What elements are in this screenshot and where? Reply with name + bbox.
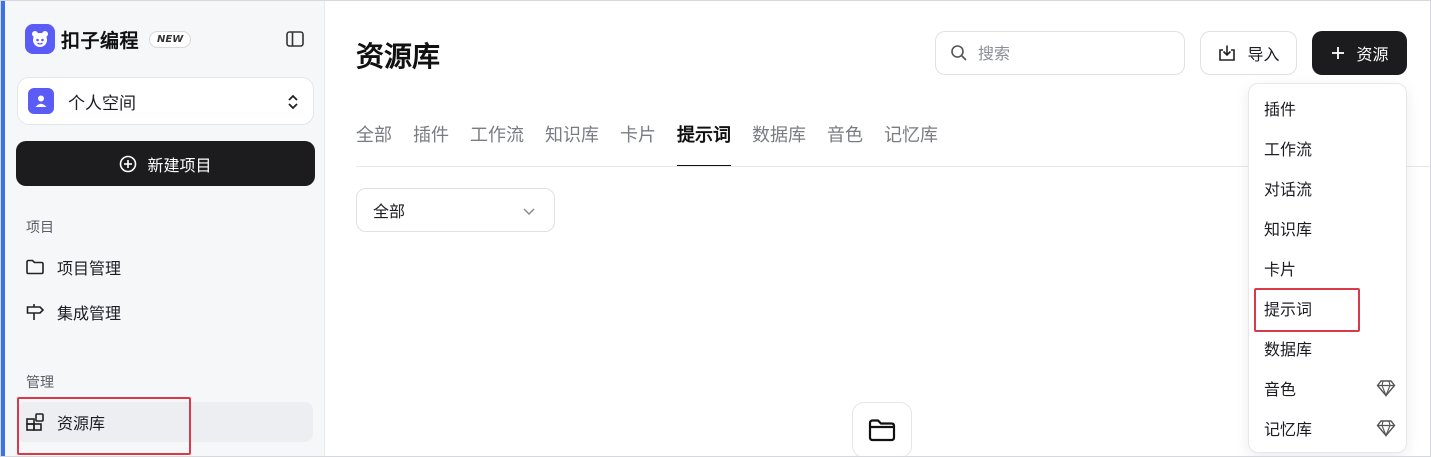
- menu-item-label: 知识库: [1264, 220, 1313, 239]
- sidebar-item-label: 资源库: [57, 414, 106, 433]
- user-icon: [28, 88, 54, 114]
- new-badge: NEW: [149, 30, 192, 48]
- tab-databases[interactable]: 数据库: [752, 121, 806, 167]
- workspace-switcher[interactable]: 个人空间: [17, 77, 314, 125]
- tab-plugins[interactable]: 插件: [413, 121, 449, 167]
- add-resource-label: 资源: [1356, 45, 1389, 64]
- section-title-manage: 管理: [26, 375, 54, 391]
- menu-item-chatflow[interactable]: 对话流: [1255, 170, 1402, 206]
- menu-item-workflow[interactable]: 工作流: [1255, 130, 1402, 166]
- menu-item-memory[interactable]: 记忆库: [1255, 410, 1402, 446]
- menu-item-label: 卡片: [1264, 260, 1297, 279]
- search-input[interactable]: [978, 43, 1168, 63]
- menu-item-label: 数据库: [1264, 340, 1313, 359]
- tab-knowledge[interactable]: 知识库: [545, 121, 599, 167]
- sidebar-toggle-icon[interactable]: [285, 29, 305, 49]
- sidebar-item-label: 项目管理: [57, 259, 122, 278]
- menu-item-label: 提示词: [1264, 300, 1313, 319]
- import-button[interactable]: 导入: [1200, 31, 1297, 75]
- tab-cards[interactable]: 卡片: [620, 121, 656, 167]
- plus-circle-icon: [120, 155, 137, 172]
- tab-all[interactable]: 全部: [356, 121, 392, 167]
- folder-icon: [26, 259, 44, 275]
- menu-item-database[interactable]: 数据库: [1255, 330, 1402, 366]
- resource-tabs: 全部 插件 工作流 知识库 卡片 提示词 数据库 音色 记忆库: [356, 121, 959, 167]
- search-box[interactable]: [935, 31, 1185, 75]
- brand-logo-icon: [25, 24, 55, 54]
- tab-voices[interactable]: 音色: [827, 121, 863, 167]
- workspace-label: 个人空间: [68, 93, 136, 114]
- brand[interactable]: 扣子编程 NEW: [25, 23, 192, 55]
- empty-state-folder-icon: [852, 402, 912, 456]
- app-window: 扣子编程 NEW 个人空间 新建项目 项目 项目管理 集成管理 管理 资源库 资…: [0, 0, 1431, 457]
- chevron-down-icon: [523, 208, 535, 215]
- signpost-icon: [26, 304, 45, 320]
- plus-icon: [1332, 47, 1345, 59]
- tab-workflows[interactable]: 工作流: [470, 121, 524, 167]
- page-title: 资源库: [356, 40, 441, 73]
- search-icon: [951, 45, 967, 61]
- section-title-project: 项目: [26, 220, 54, 236]
- menu-item-label: 对话流: [1264, 180, 1313, 199]
- library-icon: [26, 413, 44, 431]
- diamond-icon: [1376, 420, 1396, 437]
- sidebar-item-resource-library[interactable]: 资源库: [17, 402, 313, 442]
- menu-item-knowledge[interactable]: 知识库: [1255, 210, 1402, 246]
- chevron-up-down-icon: [285, 93, 301, 111]
- sidebar-item-label: 集成管理: [57, 304, 122, 323]
- menu-item-plugin[interactable]: 插件: [1255, 90, 1402, 126]
- filter-value: 全部: [373, 202, 406, 221]
- tab-prompts[interactable]: 提示词: [677, 121, 731, 167]
- diamond-icon: [1376, 380, 1396, 397]
- menu-item-label: 记忆库: [1264, 420, 1313, 439]
- sidebar: 扣子编程 NEW 个人空间 新建项目 项目 项目管理 集成管理 管理 资源库: [5, 1, 325, 456]
- sidebar-item-integration-management[interactable]: 集成管理: [17, 292, 313, 332]
- type-filter-select[interactable]: 全部: [356, 188, 555, 232]
- resource-type-menu: 插件 工作流 对话流 知识库 卡片 提示词 数据库 音色 记忆库: [1248, 83, 1407, 453]
- menu-item-card[interactable]: 卡片: [1255, 250, 1402, 286]
- brand-name: 扣子编程: [61, 29, 140, 52]
- menu-item-label: 音色: [1264, 380, 1297, 399]
- menu-item-label: 插件: [1264, 100, 1297, 119]
- new-project-label: 新建项目: [147, 155, 212, 175]
- menu-item-label: 工作流: [1264, 140, 1313, 159]
- tab-memory[interactable]: 记忆库: [884, 121, 938, 167]
- sidebar-item-project-management[interactable]: 项目管理: [17, 247, 313, 287]
- add-resource-button[interactable]: 资源: [1312, 31, 1407, 75]
- new-project-button[interactable]: 新建项目: [16, 141, 315, 186]
- import-icon: [1219, 45, 1236, 61]
- menu-item-prompt[interactable]: 提示词: [1255, 290, 1402, 326]
- import-label: 导入: [1247, 45, 1280, 64]
- menu-item-voice[interactable]: 音色: [1255, 370, 1402, 406]
